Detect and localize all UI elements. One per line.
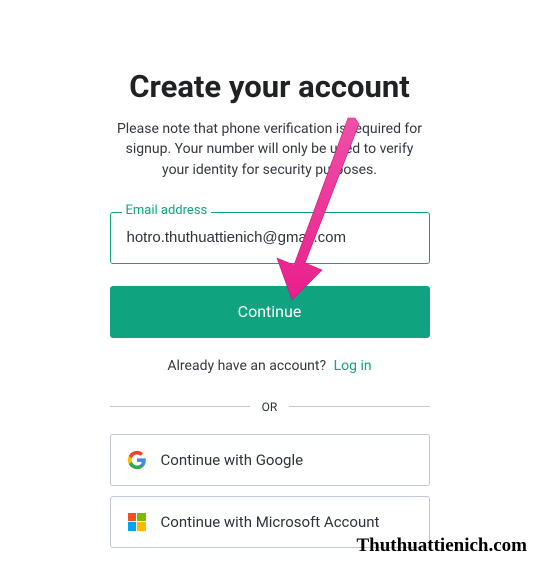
continue-button[interactable]: Continue [110, 286, 430, 338]
microsoft-icon [127, 512, 147, 532]
login-prompt-text: Already have an account? [167, 358, 326, 374]
login-prompt-row: Already have an account? Log in [110, 358, 430, 374]
microsoft-button-label: Continue with Microsoft Account [161, 513, 380, 531]
email-input-group: Email address [110, 212, 430, 264]
divider: OR [110, 400, 430, 414]
signup-form-container: Create your account Please note that pho… [110, 0, 430, 548]
divider-line-left [110, 406, 250, 407]
email-field[interactable] [110, 212, 430, 264]
watermark-text: Thuthuattienich.com [357, 535, 528, 557]
page-title: Create your account [110, 68, 430, 105]
google-icon [127, 450, 147, 470]
google-button-label: Continue with Google [161, 451, 304, 469]
divider-line-right [289, 406, 429, 407]
google-signin-button[interactable]: Continue with Google [110, 434, 430, 486]
page-subtitle: Please note that phone verification is r… [110, 119, 430, 180]
email-label: Email address [122, 203, 212, 218]
login-link[interactable]: Log in [334, 358, 372, 374]
divider-label: OR [250, 400, 290, 414]
